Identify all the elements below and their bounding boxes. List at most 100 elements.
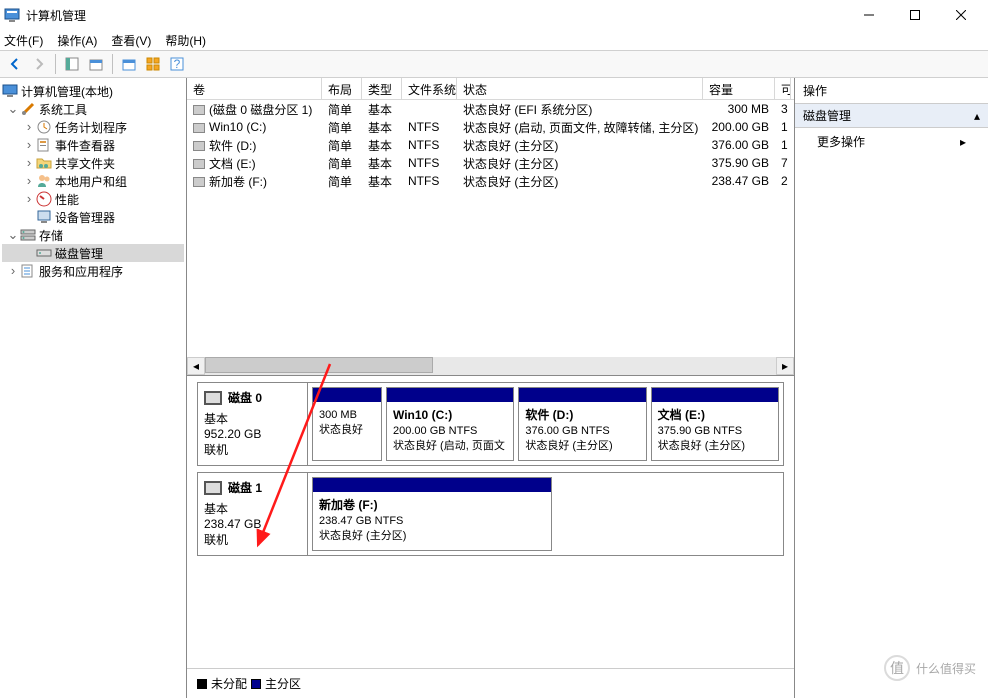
list-row[interactable]: 软件 (D:)简单基本NTFS状态良好 (主分区)376.00 GB1 bbox=[187, 136, 794, 154]
chevron-right-icon: ▸ bbox=[960, 135, 966, 149]
menu-view[interactable]: 查看(V) bbox=[111, 32, 151, 49]
scroll-track[interactable] bbox=[205, 357, 776, 375]
col-layout[interactable]: 布局 bbox=[322, 78, 362, 99]
actions-pane: 操作 磁盘管理▴ 更多操作▸ bbox=[795, 78, 988, 698]
volume-list[interactable]: 卷 布局 类型 文件系统 状态 容量 可 (磁盘 0 磁盘分区 1)简单基本状态… bbox=[187, 78, 794, 376]
titlebar: 计算机管理 bbox=[0, 0, 988, 30]
partition-bar bbox=[652, 388, 778, 402]
col-volume[interactable]: 卷 bbox=[187, 78, 322, 99]
col-status[interactable]: 状态 bbox=[457, 78, 703, 99]
refresh-button[interactable] bbox=[118, 53, 140, 75]
list-row[interactable]: 文档 (E:)简单基本NTFS状态良好 (主分区)375.90 GB7 bbox=[187, 154, 794, 172]
watermark-text: 什么值得买 bbox=[916, 660, 976, 677]
view-quad-button[interactable] bbox=[142, 53, 164, 75]
forward-button[interactable] bbox=[28, 53, 50, 75]
maximize-button[interactable] bbox=[892, 0, 938, 30]
actions-section[interactable]: 磁盘管理▴ bbox=[795, 104, 988, 128]
menu-help[interactable]: 帮助(H) bbox=[165, 32, 206, 49]
actions-header: 操作 bbox=[795, 78, 988, 104]
tree-sharedfolders[interactable]: ›共享文件夹 bbox=[2, 154, 184, 172]
menu-file[interactable]: 文件(F) bbox=[4, 32, 43, 49]
tree-storage[interactable]: ⌄存储 bbox=[2, 226, 184, 244]
toolbar: ? bbox=[0, 50, 988, 78]
collapse-icon[interactable]: ⌄ bbox=[6, 228, 20, 242]
menu-action[interactable]: 操作(A) bbox=[57, 32, 97, 49]
disk-row[interactable]: 磁盘 1基本238.47 GB联机新加卷 (F:)238.47 GB NTFS状… bbox=[197, 472, 784, 556]
clock-icon bbox=[36, 119, 52, 135]
app-icon bbox=[4, 7, 20, 23]
col-capacity[interactable]: 容量 bbox=[703, 78, 775, 99]
list-row[interactable]: (磁盘 0 磁盘分区 1)简单基本状态良好 (EFI 系统分区)300 MB3 bbox=[187, 100, 794, 118]
partition-bar bbox=[519, 388, 645, 402]
disk-icon bbox=[204, 481, 222, 495]
event-icon bbox=[36, 137, 52, 153]
partition[interactable]: 新加卷 (F:)238.47 GB NTFS状态良好 (主分区) bbox=[312, 477, 552, 551]
partition[interactable]: Win10 (C:)200.00 GB NTFS状态良好 (启动, 页面文 bbox=[386, 387, 514, 461]
help-button[interactable]: ? bbox=[166, 53, 188, 75]
tree-diskmgmt[interactable]: 磁盘管理 bbox=[2, 244, 184, 262]
disk-graphical-view[interactable]: 磁盘 0基本952.20 GB联机300 MB状态良好Win10 (C:)200… bbox=[187, 376, 794, 698]
list-row[interactable]: 新加卷 (F:)简单基本NTFS状态良好 (主分区)238.47 GB2 bbox=[187, 172, 794, 190]
watermark-icon: 值 bbox=[884, 655, 910, 681]
show-hide-tree-button[interactable] bbox=[61, 53, 83, 75]
shared-folder-icon bbox=[36, 155, 52, 171]
svg-text:?: ? bbox=[174, 57, 181, 71]
list-row[interactable]: Win10 (C:)简单基本NTFS状态良好 (启动, 页面文件, 故障转储, … bbox=[187, 118, 794, 136]
disk-label[interactable]: 磁盘 0基本952.20 GB联机 bbox=[198, 383, 308, 465]
expand-icon[interactable]: › bbox=[22, 138, 36, 152]
collapse-up-icon[interactable]: ▴ bbox=[974, 109, 980, 123]
partition-bar bbox=[387, 388, 513, 402]
partition-bar bbox=[313, 388, 381, 402]
menubar: 文件(F) 操作(A) 查看(V) 帮助(H) bbox=[0, 30, 988, 50]
legend-primary-swatch bbox=[251, 679, 261, 689]
col-free[interactable]: 可 bbox=[775, 78, 791, 99]
partition-bar bbox=[313, 478, 551, 492]
col-fs[interactable]: 文件系统 bbox=[402, 78, 457, 99]
tools-icon bbox=[20, 101, 36, 117]
partition[interactable]: 文档 (E:)375.90 GB NTFS状态良好 (主分区) bbox=[651, 387, 779, 461]
tree-root[interactable]: 计算机管理(本地) bbox=[2, 82, 184, 100]
tree-localusers[interactable]: ›本地用户和组 bbox=[2, 172, 184, 190]
properties-button[interactable] bbox=[85, 53, 107, 75]
partition[interactable]: 300 MB状态良好 bbox=[312, 387, 382, 461]
legend-unallocated-swatch bbox=[197, 679, 207, 689]
window-title: 计算机管理 bbox=[26, 7, 846, 24]
tree-systools[interactable]: ⌄系统工具 bbox=[2, 100, 184, 118]
collapse-icon[interactable]: ⌄ bbox=[6, 102, 20, 116]
scroll-left-button[interactable]: ◂ bbox=[187, 357, 205, 375]
nav-tree[interactable]: 计算机管理(本地) ⌄系统工具 ›任务计划程序 ›事件查看器 ›共享文件夹 ›本… bbox=[0, 78, 187, 698]
disk-icon bbox=[204, 391, 222, 405]
scroll-right-button[interactable]: ▸ bbox=[776, 357, 794, 375]
back-button[interactable] bbox=[4, 53, 26, 75]
expand-icon[interactable]: › bbox=[22, 174, 36, 188]
disk-row[interactable]: 磁盘 0基本952.20 GB联机300 MB状态良好Win10 (C:)200… bbox=[197, 382, 784, 466]
close-button[interactable] bbox=[938, 0, 984, 30]
h-scrollbar[interactable]: ◂ ▸ bbox=[187, 357, 794, 375]
device-icon bbox=[36, 209, 52, 225]
watermark: 值 什么值得买 bbox=[884, 655, 976, 681]
services-icon bbox=[20, 263, 36, 279]
storage-icon bbox=[20, 227, 36, 243]
list-header[interactable]: 卷 布局 类型 文件系统 状态 容量 可 bbox=[187, 78, 794, 100]
tree-tasksched[interactable]: ›任务计划程序 bbox=[2, 118, 184, 136]
tree-perf[interactable]: ›性能 bbox=[2, 190, 184, 208]
partition[interactable]: 软件 (D:)376.00 GB NTFS状态良好 (主分区) bbox=[518, 387, 646, 461]
scroll-thumb[interactable] bbox=[205, 357, 433, 373]
legend-primary-label: 主分区 bbox=[265, 675, 301, 692]
disk-icon bbox=[36, 245, 52, 261]
expand-icon[interactable]: › bbox=[22, 192, 36, 206]
expand-icon[interactable]: › bbox=[22, 156, 36, 170]
col-type[interactable]: 类型 bbox=[362, 78, 402, 99]
disk-label[interactable]: 磁盘 1基本238.47 GB联机 bbox=[198, 473, 308, 555]
computer-icon bbox=[2, 83, 18, 99]
actions-more[interactable]: 更多操作▸ bbox=[795, 128, 988, 155]
legend: 未分配 主分区 bbox=[187, 668, 794, 698]
expand-icon[interactable]: › bbox=[6, 264, 20, 278]
tree-devmgr[interactable]: 设备管理器 bbox=[2, 208, 184, 226]
tree-services[interactable]: ›服务和应用程序 bbox=[2, 262, 184, 280]
tree-eventvwr[interactable]: ›事件查看器 bbox=[2, 136, 184, 154]
minimize-button[interactable] bbox=[846, 0, 892, 30]
expand-icon[interactable]: › bbox=[22, 120, 36, 134]
perf-icon bbox=[36, 191, 52, 207]
legend-unallocated-label: 未分配 bbox=[211, 675, 247, 692]
